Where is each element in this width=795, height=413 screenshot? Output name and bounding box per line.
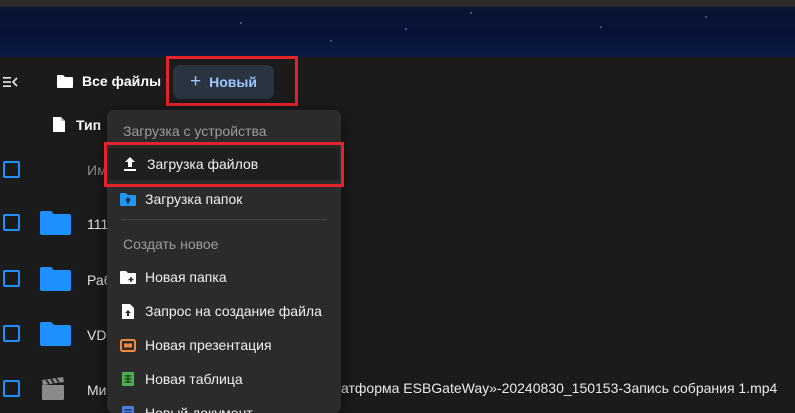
- row-name[interactable]: 111: [87, 216, 108, 232]
- presentation-icon: [119, 336, 137, 354]
- new-button-highlight: [166, 56, 298, 106]
- top-banner: [0, 0, 795, 57]
- row-name[interactable]: VD: [87, 327, 106, 343]
- folder-icon: [57, 74, 73, 88]
- section-create-title: Создать новое: [123, 236, 219, 252]
- folder-upload-icon: [119, 190, 137, 208]
- new-spreadsheet-item[interactable]: Новая таблица: [107, 363, 341, 395]
- row-checkbox[interactable]: [3, 325, 20, 342]
- spreadsheet-icon: [119, 370, 137, 388]
- row-checkbox[interactable]: [3, 380, 20, 397]
- new-document-item[interactable]: Новый документ: [107, 397, 341, 413]
- top-strip: [0, 0, 795, 7]
- type-filter-label: Тип: [76, 116, 102, 133]
- file-request-item[interactable]: Запрос на создание файла: [107, 295, 341, 327]
- toolbar: Все файлы + Новый: [0, 56, 795, 109]
- file-icon: [53, 117, 65, 132]
- new-folder-icon: [119, 268, 137, 286]
- video-file-icon: [42, 377, 64, 400]
- breadcrumb-label: Все файлы: [82, 73, 162, 89]
- select-all-checkbox[interactable]: [3, 161, 20, 178]
- upload-files-highlight: [104, 142, 344, 187]
- folder-icon: [40, 322, 71, 346]
- menu-divider: [121, 219, 327, 220]
- row-checkbox[interactable]: [3, 214, 20, 231]
- new-folder-item[interactable]: Новая папка: [107, 261, 341, 293]
- row-name[interactable]: Ми: [87, 382, 106, 398]
- folder-icon: [40, 211, 71, 235]
- new-presentation-label: Новая презентация: [145, 337, 272, 353]
- new-spreadsheet-label: Новая таблица: [145, 371, 243, 387]
- breadcrumb[interactable]: Все файлы: [56, 73, 161, 89]
- row-checkbox[interactable]: [3, 270, 20, 287]
- new-document-label: Новый документ: [145, 405, 253, 413]
- folder-icon: [40, 267, 71, 291]
- document-icon: [119, 404, 137, 413]
- file-request-icon: [119, 302, 137, 320]
- type-filter[interactable]: Тип: [52, 116, 101, 133]
- new-presentation-item[interactable]: Новая презентация: [107, 329, 341, 361]
- new-folder-label: Новая папка: [145, 269, 227, 285]
- file-request-label: Запрос на создание файла: [145, 303, 322, 319]
- upload-folders-item[interactable]: Загрузка папок: [107, 183, 341, 215]
- section-upload-title: Загрузка с устройства: [123, 123, 267, 139]
- collapse-sidebar-icon[interactable]: [2, 74, 18, 90]
- row-name-tail[interactable]: атформа ESBGateWay»-20240830_150153-Запи…: [341, 380, 777, 396]
- upload-folders-label: Загрузка папок: [145, 191, 243, 207]
